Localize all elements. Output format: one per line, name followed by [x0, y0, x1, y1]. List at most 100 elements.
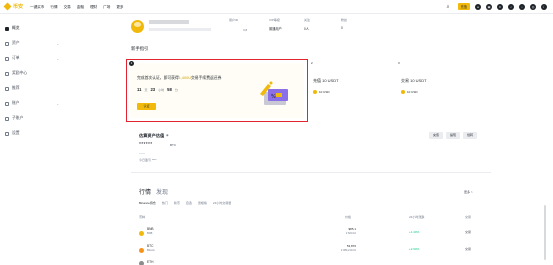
info-user-id: 用户ID: [229, 18, 238, 26]
eye-icon[interactable]: ◉: [166, 133, 169, 137]
scrollbar[interactable]: [544, 205, 546, 260]
header-coin[interactable]: 币种: [139, 215, 145, 219]
sidebar-item-subaccount[interactable]: 子账户: [5, 116, 59, 121]
trade-link[interactable]: 交易: [465, 230, 471, 234]
bnb-coin-icon: [139, 231, 144, 236]
globe-icon[interactable]: ◎: [530, 3, 536, 10]
logo-mark-icon: [3, 2, 12, 11]
coin-icon: [401, 90, 405, 94]
top-nav-bar: 币安 一键买币 行情 交易 金融 理财 广场 更多 ⌕ 充值 ● ▣ ≡ ♪ ↓…: [0, 0, 553, 14]
subtab-hot[interactable]: 热门: [162, 201, 168, 205]
subtab-holdings[interactable]: Binance持仓: [139, 201, 156, 205]
step-number: 3: [398, 61, 400, 65]
balance-fiat: ——: [139, 151, 145, 155]
orders-icon: [5, 56, 9, 61]
reward-amount: 10 USD: [407, 90, 418, 94]
nav-item[interactable]: 行情: [50, 5, 57, 10]
coin-price-fiat: ¥ 600.10: [345, 232, 356, 235]
sidebar-item-orders[interactable]: 订单 ⌄: [5, 56, 59, 61]
sidebar-item-rewards[interactable]: 奖励中心: [5, 71, 59, 76]
trade-task-title: 交易 10 USDT: [401, 78, 427, 83]
coin-change: +2.60%: [409, 247, 420, 251]
nav-item[interactable]: 更多: [116, 5, 123, 10]
theme-icon[interactable]: ☾: [541, 3, 547, 10]
balance-unit[interactable]: BTC: [170, 143, 176, 147]
nav-item[interactable]: 交易: [64, 5, 71, 10]
sidebar-item-overview[interactable]: 概览: [5, 26, 59, 31]
nav-item[interactable]: 理财: [90, 5, 97, 10]
countdown-minutes-unit: 分: [174, 88, 178, 92]
notification-icon[interactable]: ♪: [508, 3, 514, 10]
sidebar-item-referral[interactable]: 推荐: [5, 86, 59, 91]
brand-logo[interactable]: 币安: [3, 2, 24, 11]
info-value[interactable]: 0: [341, 26, 347, 30]
sidebar-item-label: 资产: [12, 41, 20, 45]
balance-value: ******: [139, 142, 153, 148]
chevron-down-icon: ⌄: [56, 101, 59, 106]
coin-name: BNB: [147, 232, 153, 235]
sidebar-item-account[interactable]: 账户 ⌄: [5, 101, 59, 106]
tab-markets[interactable]: 行情: [139, 187, 151, 196]
chevron-down-icon: ⌄: [56, 41, 59, 46]
trade-task-reward: 10 USD: [401, 90, 418, 94]
countdown-hours-unit: 小时: [158, 88, 165, 92]
gift-icon: [5, 71, 9, 76]
info-vip-level: VIP等级 普通用户: [269, 18, 282, 31]
newbie-guide-title: 新手指引: [131, 46, 149, 51]
brand-name: 币安: [13, 4, 24, 10]
search-icon[interactable]: ⌕: [447, 4, 453, 10]
countdown-minutes: 58: [167, 87, 172, 92]
subtab-volume[interactable]: 24小时交易量: [213, 201, 231, 205]
nav-item[interactable]: 金融: [77, 5, 84, 10]
tab-discover[interactable]: 发现: [156, 187, 168, 196]
transfer-button[interactable]: 划转: [463, 132, 477, 139]
sidebar-item-label: 概览: [12, 26, 20, 30]
header-change[interactable]: 24小时涨跌: [409, 215, 424, 219]
today-pnl: 今日盈亏 ****: [139, 158, 157, 162]
divider: [131, 172, 491, 173]
subtab-favorites[interactable]: 自选: [186, 201, 192, 205]
withdraw-button[interactable]: 提现: [446, 132, 460, 139]
countdown-timer: 11 天 23 小时 58 分: [137, 87, 178, 92]
header-price[interactable]: 价格: [345, 215, 351, 219]
user-icon[interactable]: ●: [475, 3, 481, 10]
countdown-hours: 23: [150, 87, 156, 92]
sidebar-item-assets[interactable]: 资产 ⌄: [5, 41, 59, 46]
btc-coin-icon: [139, 248, 144, 253]
avatar[interactable]: [131, 20, 144, 33]
reward-amount: 10 USD: [319, 90, 330, 94]
top-right-actions: ⌕ 充值 ● ▣ ≡ ♪ ↓ ◎ ☾: [447, 3, 547, 10]
promo-text: 完成首次认证，即可获得1,400U交易手续费返还券: [137, 76, 221, 81]
sidebar-item-label: 设置: [12, 131, 20, 135]
deposit-balance-button[interactable]: 充值: [429, 132, 443, 139]
info-value[interactable]: 0人: [304, 26, 310, 31]
info-label: 用户ID: [229, 18, 239, 22]
coin-price: $85.1: [348, 227, 356, 231]
countdown-days-unit: 天: [144, 88, 148, 92]
coin-symbol: BTC: [147, 244, 154, 248]
svg-text:%: %: [271, 94, 276, 100]
main-nav: 一键买币 行情 交易 金融 理财 广场 更多: [30, 5, 124, 10]
download-icon[interactable]: ↓: [519, 3, 525, 10]
wallet-icon[interactable]: ▣: [486, 3, 492, 10]
subtab-gainers[interactable]: 涨幅榜: [198, 201, 207, 205]
sidebar-item-settings[interactable]: 设置: [5, 131, 59, 136]
sidebar-item-label: 账户: [12, 101, 20, 105]
countdown-days: 11: [137, 87, 142, 92]
info-label: 粉丝: [341, 18, 348, 22]
deposit-task-reward: 10 USD: [313, 90, 330, 94]
sidebar-item-label: 子账户: [12, 116, 24, 120]
trade-link[interactable]: 交易: [465, 247, 471, 251]
deposit-button[interactable]: 充值: [457, 3, 470, 10]
orders-icon[interactable]: ≡: [497, 3, 503, 10]
coin-price-fiat: ¥ 380,219.01: [340, 249, 356, 252]
verify-button[interactable]: 认证: [137, 103, 156, 110]
more-link[interactable]: 更多 >: [464, 190, 473, 194]
nav-item[interactable]: 广场: [103, 5, 110, 10]
info-followers: 粉丝 0: [341, 18, 347, 30]
nav-item[interactable]: 一键买币: [30, 5, 44, 10]
username-redacted: [149, 20, 189, 24]
subtab-new[interactable]: 新币: [174, 201, 180, 205]
coin-symbol: ETH: [147, 260, 154, 264]
info-value[interactable]: 普通用户: [269, 26, 282, 31]
